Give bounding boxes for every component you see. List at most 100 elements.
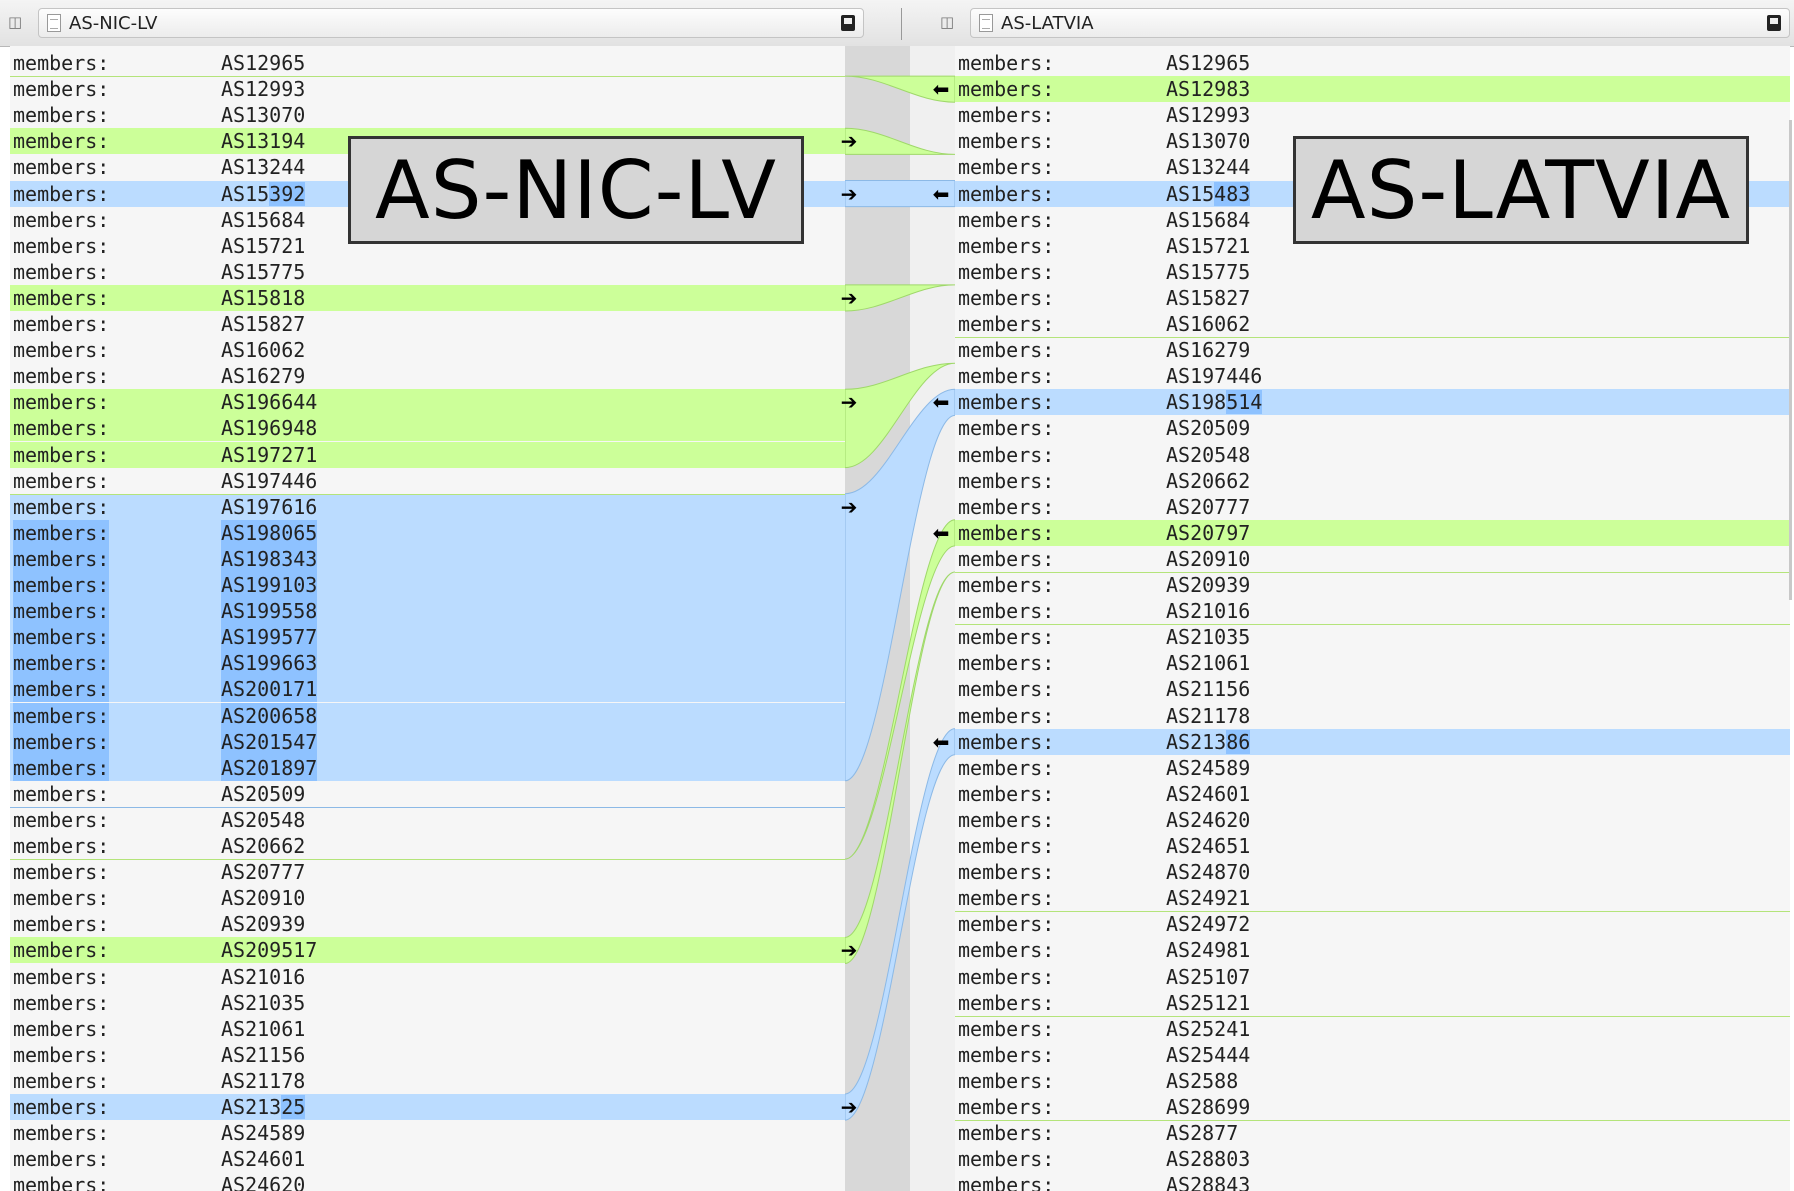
diff-line[interactable]: members: AS12993 <box>10 76 845 102</box>
copy-right-arrow-icon[interactable]: ➔ <box>838 285 860 311</box>
diff-line[interactable]: members: AS201547 <box>10 728 845 755</box>
diff-line[interactable]: members: AS20548 <box>10 807 845 833</box>
diff-line[interactable]: members: AS21156 <box>955 676 1790 702</box>
diff-line[interactable]: members: AS20910 <box>10 885 845 911</box>
diff-line[interactable]: members: AS199577 <box>10 624 845 651</box>
diff-line[interactable]: members: AS16062 <box>955 311 1790 337</box>
diff-line[interactable]: members: AS28699 <box>955 1094 1790 1120</box>
diff-line[interactable]: members: AS24981 <box>955 937 1790 963</box>
copy-right-arrow-icon[interactable]: ➔ <box>838 181 860 207</box>
diff-line[interactable]: members: AS25107 <box>955 964 1790 990</box>
diff-line[interactable]: members: AS24589 <box>10 1120 845 1146</box>
diff-line[interactable]: members: AS21386 <box>955 728 1790 755</box>
diff-line[interactable]: members: AS199558 <box>10 598 845 625</box>
copy-right-arrow-icon[interactable]: ➔ <box>838 937 860 963</box>
diff-line[interactable]: members: AS12993 <box>955 102 1790 128</box>
diff-line[interactable]: members: AS12983 <box>955 76 1790 103</box>
save-icon[interactable] <box>841 15 855 31</box>
split-pane-icon[interactable]: ◫ <box>8 13 26 31</box>
diff-line[interactable]: members: AS15827 <box>955 285 1790 311</box>
diff-line[interactable]: members: AS197271 <box>10 441 845 468</box>
diff-line[interactable]: members: AS15827 <box>10 311 845 337</box>
diff-line[interactable]: members: AS20548 <box>955 442 1790 468</box>
diff-line[interactable]: members: AS16279 <box>955 337 1790 363</box>
diff-line[interactable]: members: AS24651 <box>955 833 1790 859</box>
split-pane-icon[interactable]: ◫ <box>940 13 958 31</box>
diff-line[interactable]: members: AS24589 <box>955 755 1790 781</box>
diff-line[interactable]: members: AS196948 <box>10 415 845 442</box>
diff-line[interactable]: members: AS209517 <box>10 937 845 964</box>
save-icon[interactable] <box>1767 15 1781 31</box>
copy-left-arrow-icon[interactable]: ⬅ <box>930 520 952 546</box>
diff-line[interactable]: members: AS199663 <box>10 650 845 677</box>
diff-line[interactable]: members: AS20939 <box>955 572 1790 598</box>
right-file-tab[interactable]: AS-LATVIA <box>970 8 1790 38</box>
copy-left-arrow-icon[interactable]: ⬅ <box>930 389 952 415</box>
diff-line[interactable]: members: AS198514 <box>955 389 1790 416</box>
diff-line[interactable]: members: AS28843 <box>955 1172 1790 1191</box>
copy-left-arrow-icon[interactable]: ⬅ <box>930 729 952 755</box>
diff-line[interactable]: members: AS15818 <box>10 284 845 311</box>
diff-line[interactable]: members: AS197446 <box>10 468 845 494</box>
diff-line[interactable]: members: AS24921 <box>955 885 1790 911</box>
diff-line[interactable]: members: AS20777 <box>10 859 845 885</box>
diff-line[interactable]: members: AS20777 <box>955 494 1790 520</box>
diff-line[interactable]: members: AS21156 <box>10 1042 845 1068</box>
diff-line[interactable]: members: AS24601 <box>955 781 1790 807</box>
diff-line[interactable]: members: AS15775 <box>10 259 845 285</box>
diff-line[interactable]: members: AS197446 <box>955 363 1790 389</box>
copy-right-arrow-icon[interactable]: ➔ <box>838 1094 860 1120</box>
diff-line[interactable]: members: AS21035 <box>955 624 1790 650</box>
diff-line[interactable]: members: AS21061 <box>955 650 1790 676</box>
diff-line[interactable]: members: AS24870 <box>955 859 1790 885</box>
left-file-tab[interactable]: AS-NIC-LV <box>38 8 864 38</box>
diff-line[interactable]: members: AS15775 <box>955 259 1790 285</box>
copy-right-arrow-icon[interactable]: ➔ <box>838 494 860 520</box>
diff-line[interactable]: members: AS25444 <box>955 1042 1790 1068</box>
diff-line[interactable]: members: AS20797 <box>955 519 1790 546</box>
copy-left-arrow-icon[interactable]: ⬅ <box>930 181 952 207</box>
diff-line[interactable]: members: AS200171 <box>10 676 845 703</box>
diff-line[interactable]: members: AS199103 <box>10 572 845 598</box>
diff-line[interactable]: members: AS16279 <box>10 363 845 389</box>
diff-line[interactable]: members: AS24601 <box>10 1146 845 1172</box>
diff-line[interactable]: members: AS21061 <box>10 1016 845 1042</box>
diff-line[interactable]: members: AS20509 <box>10 781 845 807</box>
copy-right-arrow-icon[interactable]: ➔ <box>838 389 860 415</box>
diff-line[interactable]: members: AS20939 <box>10 911 845 937</box>
diff-line[interactable]: members: AS20910 <box>955 546 1790 572</box>
diff-line[interactable]: members: AS21325 <box>10 1094 845 1120</box>
diff-line[interactable]: members: AS196644 <box>10 389 845 416</box>
diff-line[interactable]: members: AS24620 <box>10 1172 845 1191</box>
diff-line[interactable]: members: AS20509 <box>955 415 1790 441</box>
diff-line[interactable]: members: AS16062 <box>10 337 845 363</box>
diff-line[interactable]: members: AS2588 <box>955 1068 1790 1094</box>
diff-line[interactable]: members: AS201897 <box>10 754 845 781</box>
diff-line[interactable]: members: AS24972 <box>955 911 1790 937</box>
diff-line[interactable]: members: AS21178 <box>955 703 1790 729</box>
line-value: AS20939 <box>221 912 306 937</box>
diff-line[interactable]: members: AS28803 <box>955 1146 1790 1172</box>
diff-line[interactable]: members: AS20662 <box>10 833 845 859</box>
diff-line[interactable]: members: AS198343 <box>10 545 845 572</box>
diff-line[interactable]: members: AS24620 <box>955 807 1790 833</box>
line-value: AS25444 <box>1166 1042 1251 1067</box>
diff-line[interactable]: members: AS20662 <box>955 468 1790 494</box>
line-key: members: <box>13 103 110 128</box>
diff-line[interactable]: members: AS200658 <box>10 702 845 729</box>
diff-line[interactable]: members: AS21178 <box>10 1068 845 1094</box>
diff-line[interactable]: members: AS21016 <box>955 598 1790 624</box>
diff-line[interactable]: members: AS12965 <box>10 50 845 76</box>
diff-line[interactable]: members: AS21016 <box>10 964 845 990</box>
diff-line[interactable]: members: AS25241 <box>955 1016 1790 1042</box>
scrollbar[interactable] <box>1789 120 1792 600</box>
copy-left-arrow-icon[interactable]: ⬅ <box>930 76 952 102</box>
diff-line[interactable]: members: AS197616 <box>10 493 845 520</box>
diff-line[interactable]: members: AS13070 <box>10 102 845 128</box>
diff-line[interactable]: members: AS21035 <box>10 990 845 1016</box>
diff-line[interactable]: members: AS2877 <box>955 1120 1790 1146</box>
copy-right-arrow-icon[interactable]: ➔ <box>838 128 860 154</box>
diff-line[interactable]: members: AS25121 <box>955 990 1790 1016</box>
diff-line[interactable]: members: AS12965 <box>955 50 1790 76</box>
diff-line[interactable]: members: AS198065 <box>10 519 845 546</box>
